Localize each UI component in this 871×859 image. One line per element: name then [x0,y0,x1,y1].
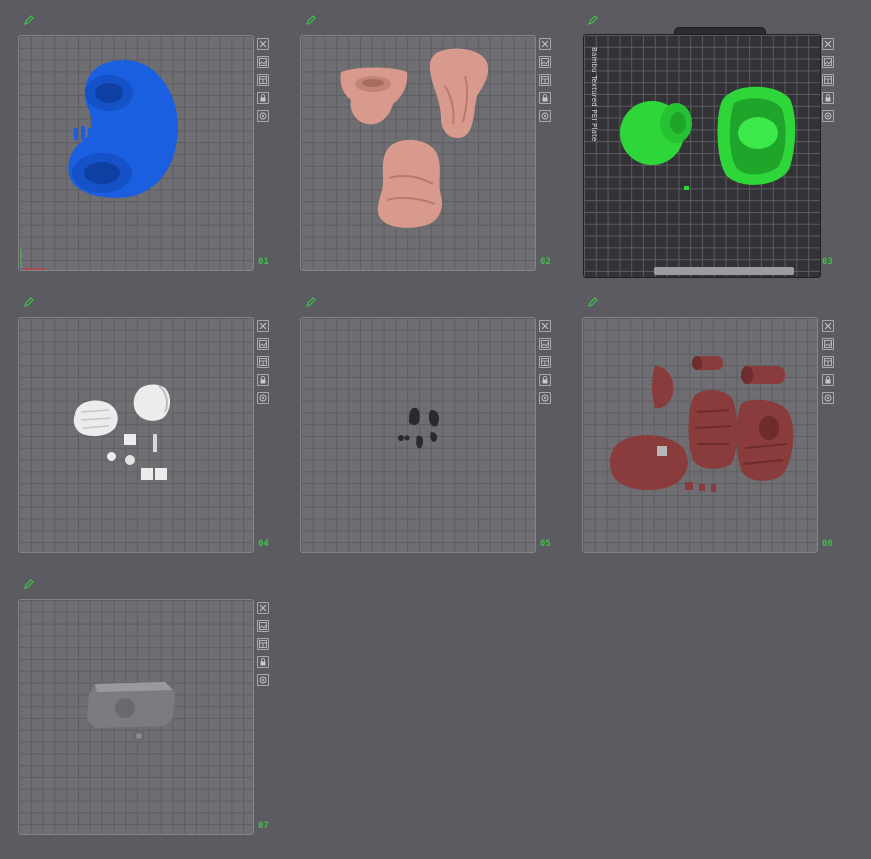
edit-pencil-icon[interactable] [588,15,598,25]
close-icon[interactable] [257,38,269,50]
lock-icon[interactable] [257,92,269,104]
skin-leg-model[interactable] [375,138,445,230]
white-cube-part[interactable] [141,468,153,480]
white-pin-part[interactable] [153,434,157,452]
layout-icon[interactable] [539,356,551,368]
edit-pencil-icon[interactable] [306,15,316,25]
green-shell-model[interactable] [716,83,798,193]
plate-number: 04 [258,539,269,549]
close-icon[interactable] [257,320,269,332]
layout-icon[interactable] [539,74,551,86]
build-plate-03[interactable]: Bambu Textured PEI Plate [583,34,821,278]
plate-number: 03 [822,257,833,267]
layout-icon[interactable] [822,74,834,86]
plate-03-toolbar [822,38,836,128]
image-icon[interactable] [539,338,551,350]
axis-indicator [19,247,45,270]
lock-icon[interactable] [257,374,269,386]
small-green-part[interactable] [684,186,689,190]
image-icon[interactable] [257,338,269,350]
settings-icon[interactable] [539,392,551,404]
white-cube-part[interactable] [155,468,167,480]
plate-number: 01 [258,257,269,267]
layout-icon[interactable] [257,74,269,86]
plate-number: 06 [822,539,833,549]
layout-icon[interactable] [257,638,269,650]
plate-type-label: Bambu Textured PEI Plate [590,47,598,142]
settings-icon[interactable] [257,110,269,122]
green-ball-model[interactable] [618,95,698,167]
blue-model[interactable] [64,48,194,203]
settings-icon[interactable] [539,110,551,122]
close-icon[interactable] [822,320,834,332]
close-icon[interactable] [822,38,834,50]
skin-arm-model[interactable] [425,46,491,142]
lock-icon[interactable] [822,374,834,386]
build-plate-06[interactable] [582,317,818,553]
plate-02-toolbar [539,38,553,128]
white-fist-model[interactable] [71,398,121,438]
plate-06-toolbar [822,320,836,410]
white-ball-part[interactable] [107,452,116,461]
plate-07-toolbar [257,602,271,692]
edit-pencil-icon[interactable] [306,297,316,307]
settings-icon[interactable] [257,392,269,404]
build-plate-04[interactable] [18,317,254,553]
settings-icon[interactable] [822,110,834,122]
dark-parts-model[interactable] [395,404,445,456]
build-plate-02[interactable] [300,35,536,271]
plate-number: 07 [258,821,269,831]
image-icon[interactable] [822,338,834,350]
edit-pencil-icon[interactable] [24,15,34,25]
layout-icon[interactable] [257,356,269,368]
white-hand-model[interactable] [131,382,173,424]
gray-block-model[interactable] [85,676,177,746]
lock-icon[interactable] [539,374,551,386]
build-plate-07[interactable] [18,599,254,835]
settings-icon[interactable] [257,674,269,686]
image-icon[interactable] [257,620,269,632]
lock-icon[interactable] [257,656,269,668]
layout-icon[interactable] [822,356,834,368]
plate-01-toolbar [257,38,271,128]
close-icon[interactable] [539,38,551,50]
image-icon[interactable] [539,56,551,68]
edit-pencil-icon[interactable] [588,297,598,307]
lock-icon[interactable] [822,92,834,104]
image-icon[interactable] [257,56,269,68]
build-plate-05[interactable] [300,317,536,553]
plate-number: 02 [540,257,551,267]
close-icon[interactable] [539,320,551,332]
skin-torso-model[interactable] [337,66,411,130]
lock-icon[interactable] [539,92,551,104]
edit-pencil-icon[interactable] [24,579,34,589]
white-ball-part[interactable] [125,455,135,465]
red-parts-model[interactable] [607,352,807,496]
white-cube-part[interactable] [124,434,136,445]
plate-05-toolbar [539,320,553,410]
build-plate-01[interactable] [18,35,254,271]
settings-icon[interactable] [822,392,834,404]
plate-status-bar [654,267,794,275]
plate-04-toolbar [257,320,271,410]
image-icon[interactable] [822,56,834,68]
edit-pencil-icon[interactable] [24,297,34,307]
close-icon[interactable] [257,602,269,614]
plate-number: 05 [540,539,551,549]
